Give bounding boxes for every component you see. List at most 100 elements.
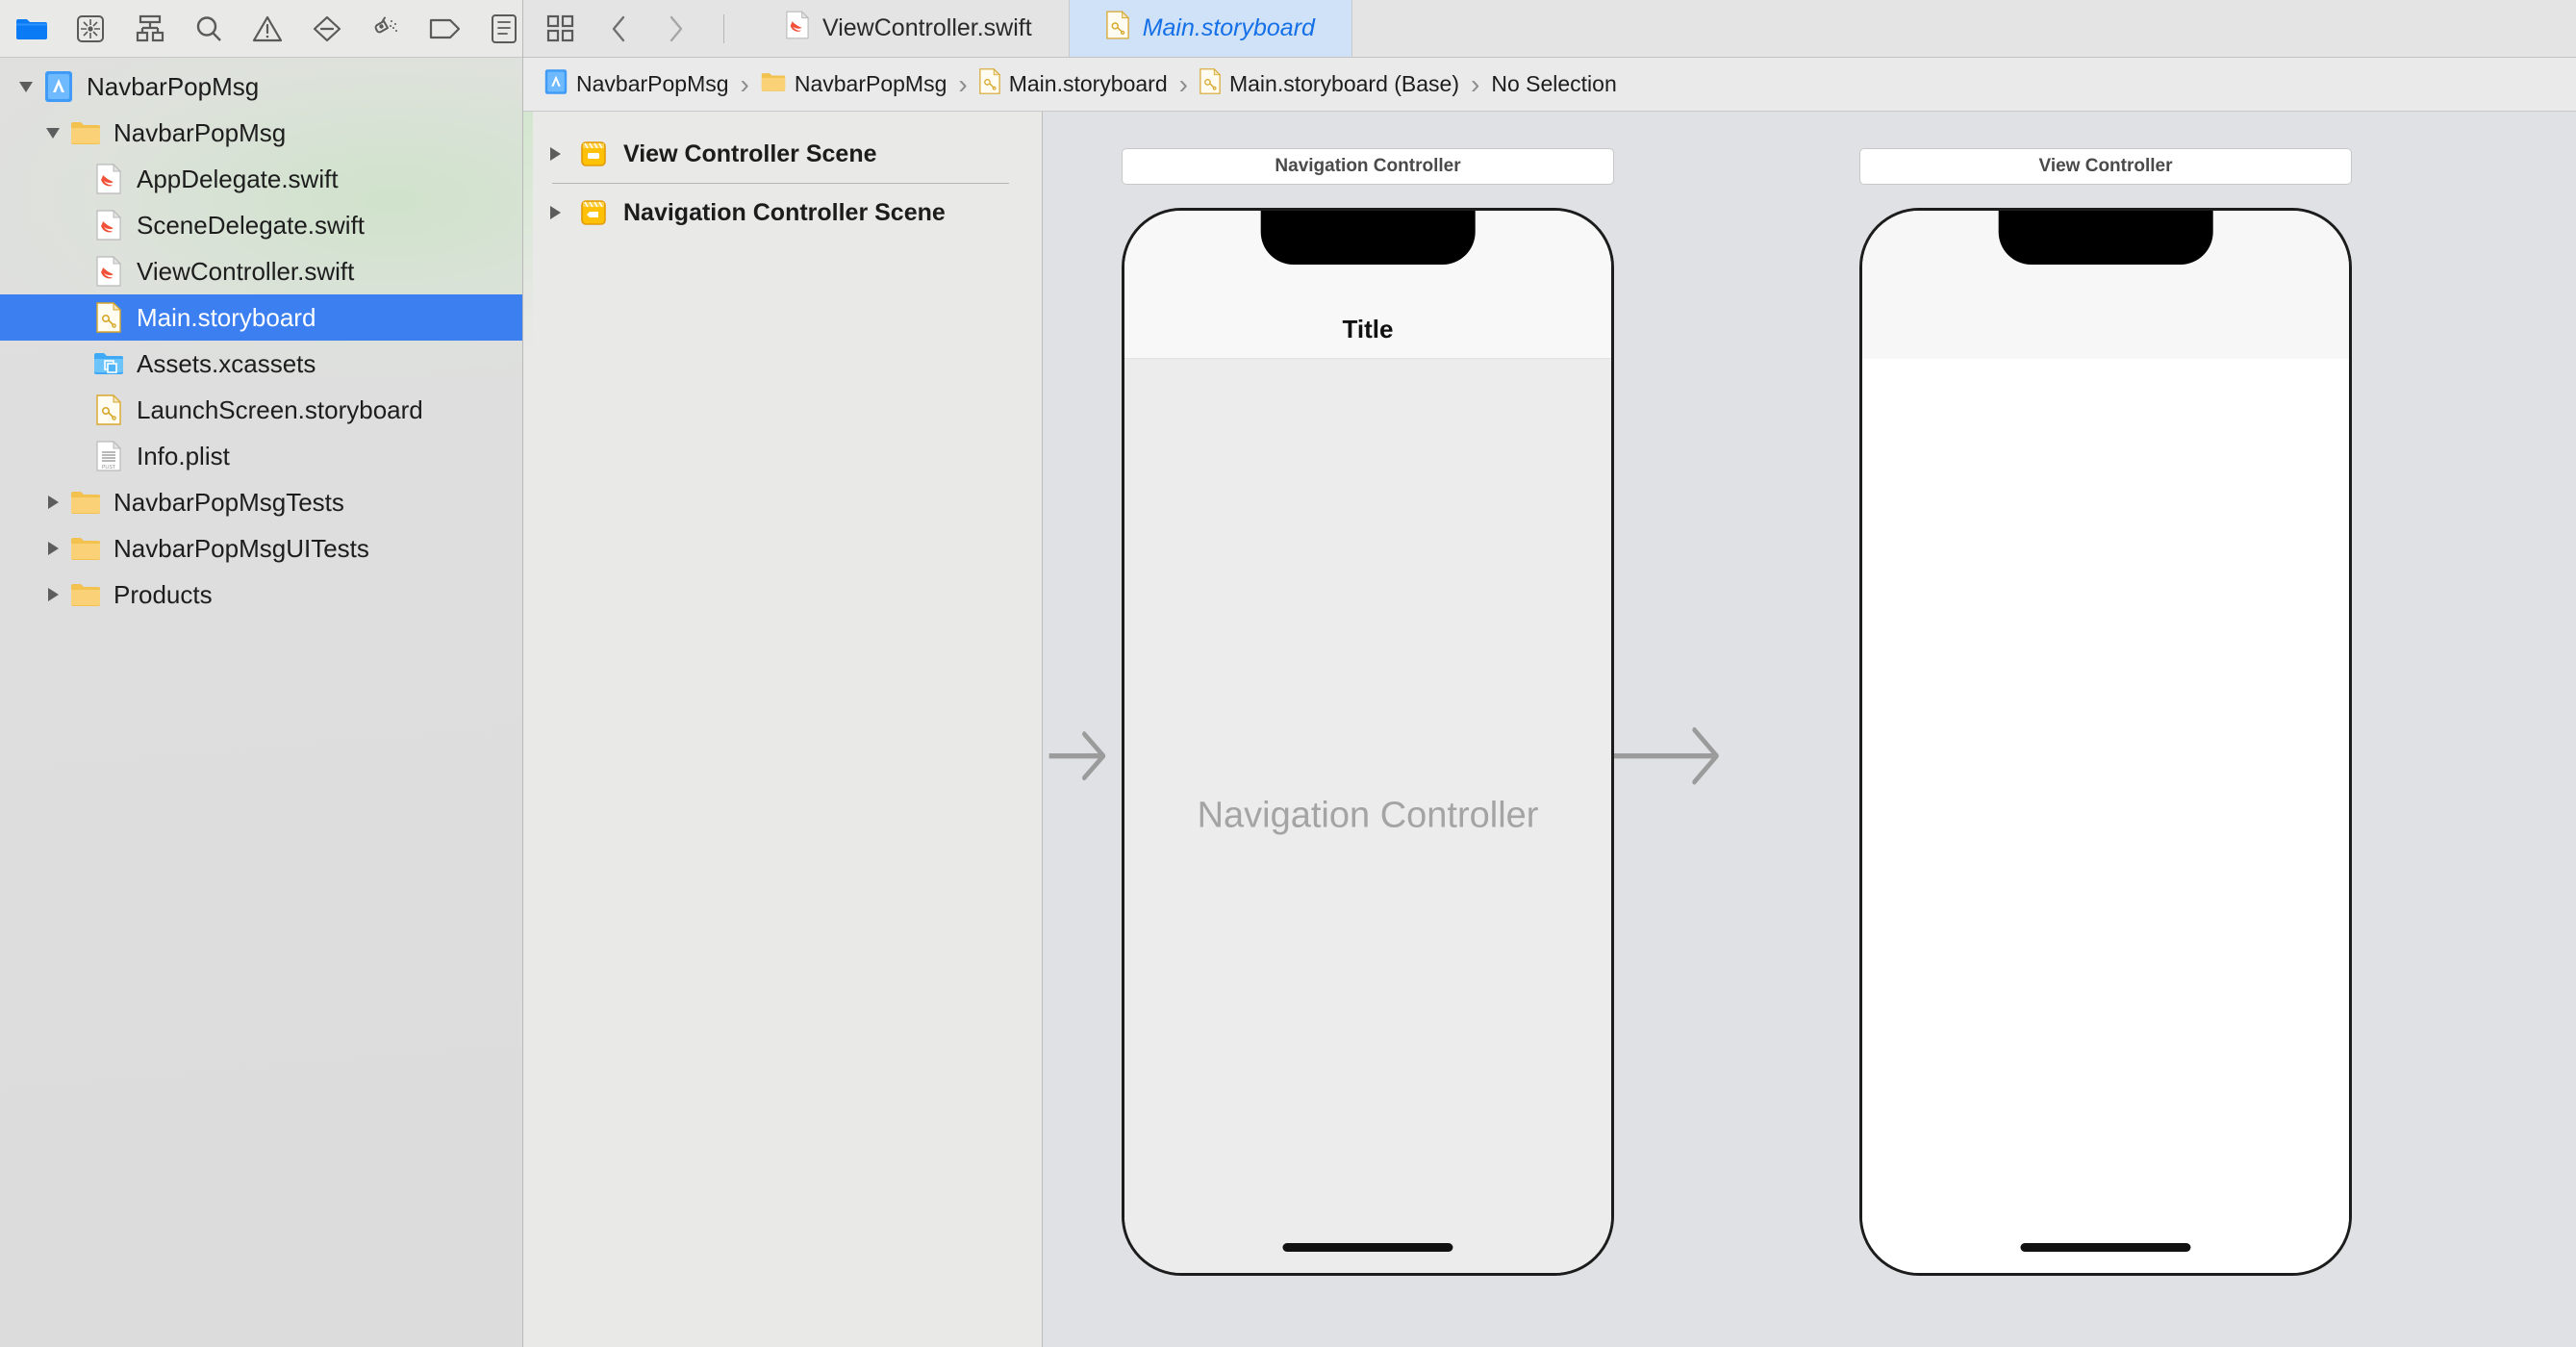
nav-row-label: NavbarPopMsg <box>114 118 287 147</box>
swift-file-icon <box>92 255 125 288</box>
folder-icon <box>761 71 786 98</box>
nav-row-label: NavbarPopMsg <box>87 72 260 101</box>
nav-row-label: Products <box>114 580 213 609</box>
nav-row-file-viewcontroller[interactable]: ViewController.swift <box>0 248 522 294</box>
nav-row-label: NavbarPopMsgUITests <box>114 534 369 563</box>
breadcrumb-item-group[interactable]: NavbarPopMsg <box>761 71 947 98</box>
navigator-pane: NavbarPopMsg NavbarPopMsg AppDelegate.sw… <box>0 0 523 1347</box>
nav-row-label: LaunchScreen.storyboard <box>137 395 423 424</box>
warning-triangle-icon[interactable] <box>250 10 286 48</box>
outline-item-navigation-controller-scene[interactable]: Navigation Controller Scene <box>523 184 1042 241</box>
nav-row-group-products[interactable]: Products <box>0 572 522 618</box>
storyboard-canvas[interactable]: Navigation Controller Title Navigation C… <box>1043 112 2576 1347</box>
storyboard-file-icon <box>1105 11 1129 46</box>
scene-body[interactable] <box>1862 359 2349 1273</box>
report-list-icon[interactable] <box>487 10 522 48</box>
nav-row-file-appdelegate[interactable]: AppDelegate.swift <box>0 156 522 202</box>
nav-row-file-scenedelegate[interactable]: SceneDelegate.swift <box>0 202 522 248</box>
breadcrumb-item-storyboard[interactable]: Main.storyboard <box>979 67 1168 100</box>
nav-row-group-navbarpopmsg[interactable]: NavbarPopMsg <box>0 110 522 156</box>
disclosure-triangle-closed-icon[interactable] <box>543 141 568 166</box>
document-outline[interactable]: View Controller Scene Navigation Control… <box>523 112 1043 1347</box>
nav-row-label: SceneDelegate.swift <box>137 211 366 240</box>
disclosure-triangle-closed-icon[interactable] <box>40 582 65 607</box>
disclosure-triangle-closed-icon[interactable] <box>543 200 568 225</box>
nav-row-file-launchscreen[interactable]: LaunchScreen.storyboard <box>0 387 522 433</box>
storyboard-entry-point-arrow <box>1048 731 1106 781</box>
folder-icon <box>69 116 102 149</box>
nav-row-file-main-storyboard[interactable]: Main.storyboard <box>0 294 522 341</box>
nav-row-file-assets[interactable]: Assets.xcassets <box>0 341 522 387</box>
swift-file-icon <box>92 163 125 195</box>
outline-item-label: View Controller Scene <box>623 140 877 167</box>
project-navigator-tree[interactable]: NavbarPopMsg NavbarPopMsg AppDelegate.sw… <box>0 58 522 1347</box>
editor-body: View Controller Scene Navigation Control… <box>523 112 2576 1347</box>
tab-main-storyboard[interactable]: Main.storyboard <box>1069 0 1352 57</box>
breadcrumb-label: NavbarPopMsg <box>576 71 729 96</box>
nav-row-label: Assets.xcassets <box>137 349 316 378</box>
xcode-project-icon <box>544 68 568 101</box>
xcode-project-icon <box>42 70 75 103</box>
scene-navigation-controller[interactable]: Navigation Controller Title Navigation C… <box>1122 148 1614 1276</box>
chevron-right-icon: › <box>958 68 968 99</box>
nav-row-label: AppDelegate.swift <box>137 165 339 193</box>
device-frame-navigation-controller[interactable]: Title Navigation Controller <box>1122 208 1614 1276</box>
toolbar-divider <box>723 13 724 43</box>
outline-item-label: Navigation Controller Scene <box>623 198 946 226</box>
breadcrumb-item-selection[interactable]: No Selection <box>1491 71 1616 97</box>
breakpoint-tag-icon[interactable] <box>427 10 463 48</box>
nav-row-group-uitests[interactable]: NavbarPopMsgUITests <box>0 525 522 572</box>
tab-viewcontroller-swift[interactable]: ViewController.swift <box>749 0 1070 57</box>
disclosure-triangle-open-icon[interactable] <box>40 120 65 145</box>
chevron-right-icon: › <box>1471 68 1480 99</box>
editor-tab-bar: ViewController.swift Main.storyboard <box>523 0 2576 58</box>
scene-view-controller[interactable]: View Controller <box>1859 148 2352 1276</box>
view-controller-scene-icon <box>577 138 610 170</box>
navigation-controller-scene-icon <box>577 196 610 229</box>
search-icon[interactable] <box>190 10 226 48</box>
scene-title-label: Navigation Controller <box>1275 156 1461 176</box>
chevron-right-icon: › <box>1178 68 1188 99</box>
home-indicator <box>1282 1243 1453 1252</box>
nav-row-project[interactable]: NavbarPopMsg <box>0 64 522 110</box>
device-notch <box>1998 211 2213 265</box>
navigator-toolbar <box>0 0 522 58</box>
scene-body[interactable]: Navigation Controller <box>1124 359 1611 1273</box>
test-diamond-icon[interactable] <box>309 10 344 48</box>
scene-title-bar[interactable]: Navigation Controller <box>1122 148 1614 185</box>
nav-row-label: Main.storyboard <box>137 303 316 332</box>
scene-placeholder-label: Navigation Controller <box>1197 795 1539 836</box>
breadcrumb-label: Main.storyboard (Base) <box>1228 71 1460 96</box>
disclosure-triangle-closed-icon[interactable] <box>40 536 65 561</box>
breadcrumb-label: No Selection <box>1491 71 1617 96</box>
scene-title-bar[interactable]: View Controller <box>1859 148 2352 185</box>
swift-file-icon <box>786 11 810 46</box>
chevron-right-icon: › <box>740 68 749 99</box>
outline-item-view-controller-scene[interactable]: View Controller Scene <box>523 125 1042 183</box>
disclosure-triangle-open-icon[interactable] <box>13 74 38 99</box>
nav-row-file-infoplist[interactable]: PLIST Info.plist <box>0 433 522 479</box>
source-control-icon[interactable] <box>72 10 108 48</box>
disclosure-triangle-closed-icon[interactable] <box>40 490 65 515</box>
folder-icon <box>69 532 102 565</box>
chevron-left-icon[interactable] <box>598 9 639 49</box>
device-frame-view-controller[interactable] <box>1859 208 2352 1276</box>
folder-icon[interactable] <box>13 10 49 48</box>
tab-label: Main.storyboard <box>1142 14 1315 41</box>
storyboard-file-icon <box>1200 67 1222 100</box>
storyboard-file-icon <box>979 67 1000 100</box>
nav-row-label: NavbarPopMsgTests <box>114 488 344 517</box>
nav-row-label: Info.plist <box>137 442 230 470</box>
tab-label: ViewController.swift <box>822 14 1032 41</box>
breadcrumb-label: Main.storyboard <box>1008 71 1168 96</box>
breadcrumb-item-project[interactable]: NavbarPopMsg <box>544 68 729 101</box>
debug-spray-icon[interactable] <box>368 10 404 48</box>
breadcrumb-item-storyboard-base[interactable]: Main.storyboard (Base) <box>1200 67 1460 100</box>
editor-nav-controls <box>523 0 749 57</box>
symbol-hierarchy-icon[interactable] <box>132 10 167 48</box>
breadcrumb-label: NavbarPopMsg <box>794 71 947 96</box>
plist-file-icon: PLIST <box>92 440 125 472</box>
nav-row-group-tests[interactable]: NavbarPopMsgTests <box>0 479 522 525</box>
chevron-right-icon[interactable] <box>656 9 696 49</box>
multi-editor-grid-icon[interactable] <box>541 9 581 49</box>
